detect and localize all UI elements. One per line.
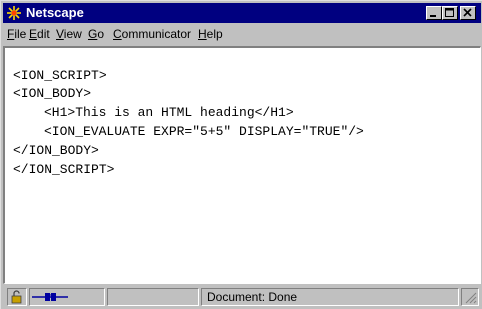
menu-edit[interactable]: Edit — [29, 27, 50, 41]
status-message: Document: Done — [207, 290, 298, 304]
status-message-cell: Document: Done — [201, 288, 459, 306]
connection-status-cell — [29, 288, 105, 306]
resize-grip[interactable] — [461, 288, 479, 306]
menu-view[interactable]: View — [56, 27, 82, 41]
window-title: Netscape — [26, 5, 84, 20]
progress-cell — [107, 288, 199, 306]
code-line: <ION_BODY> — [13, 86, 92, 101]
code-line: <ION_SCRIPT> — [13, 68, 107, 83]
netscape-logo-icon — [6, 5, 22, 21]
menu-bar: File Edit View Go Communicator Help — [3, 24, 481, 44]
menu-communicator[interactable]: Communicator — [113, 27, 191, 41]
maximize-icon — [445, 8, 454, 17]
minimize-icon — [430, 15, 436, 17]
code-line: <H1>This is an HTML heading</H1> — [44, 105, 294, 120]
minimize-button[interactable] — [426, 6, 442, 20]
lock-icon — [11, 290, 22, 304]
menu-go[interactable]: Go — [88, 27, 104, 41]
title-bar[interactable]: Netscape — [3, 3, 481, 23]
code-line: <ION_EVALUATE EXPR="5+5" DISPLAY="TRUE"/… — [44, 124, 364, 139]
code-line: </ION_SCRIPT> — [13, 162, 115, 177]
menu-help[interactable]: Help — [198, 27, 223, 41]
status-bar: Document: Done — [3, 286, 481, 308]
security-status-cell[interactable] — [7, 288, 27, 306]
menu-file[interactable]: File — [7, 27, 26, 41]
plug-connection-icon — [32, 293, 68, 301]
close-button[interactable] — [460, 6, 476, 20]
code-line: </ION_BODY> — [13, 143, 99, 158]
browser-window: Netscape File Edit View Go Communicator … — [0, 0, 482, 309]
document-content[interactable]: <ION_SCRIPT> <ION_BODY> <H1>This is an H… — [3, 46, 481, 284]
resize-grip-icon — [465, 292, 477, 304]
close-icon — [463, 8, 472, 17]
maximize-button[interactable] — [442, 6, 458, 20]
